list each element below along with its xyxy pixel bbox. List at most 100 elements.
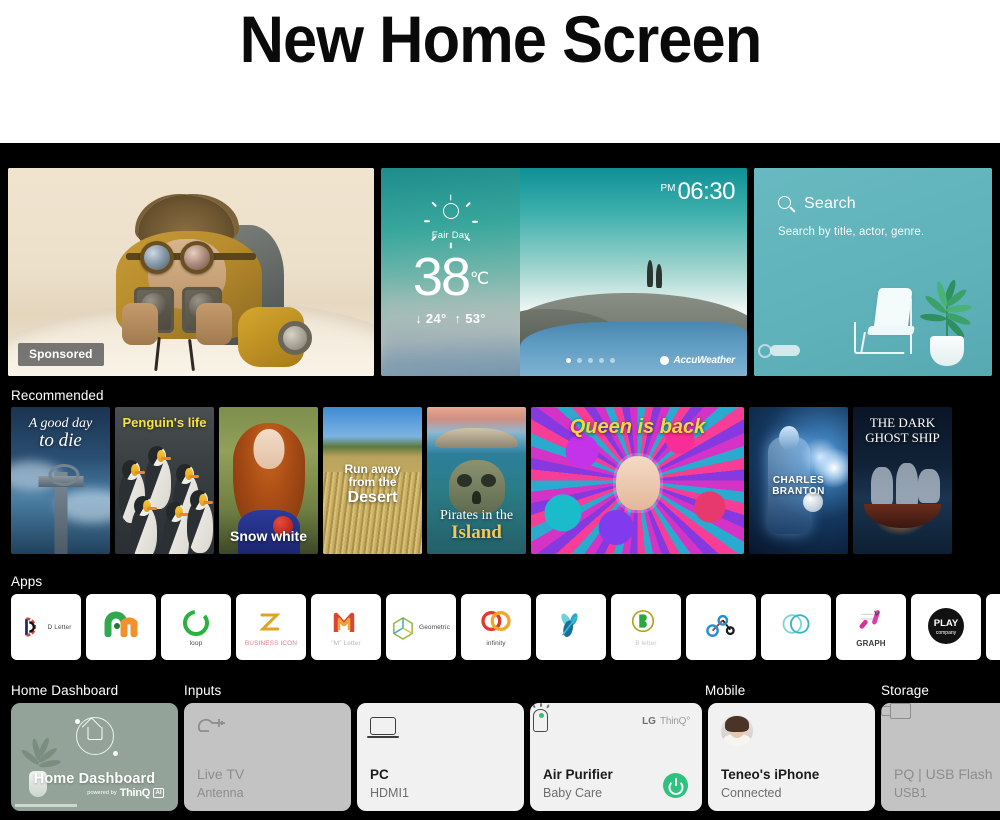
section-label-mobile: Mobile (705, 683, 746, 698)
app-tile-geometric[interactable]: Geometric (386, 594, 456, 660)
section-label-storage: Storage (881, 683, 929, 698)
carousel-dot[interactable] (577, 358, 582, 363)
app-label: infinity (486, 639, 506, 647)
carousel-dot[interactable] (588, 358, 593, 363)
infinity-icon (479, 608, 513, 638)
dashboard-card-title: PC (370, 767, 389, 782)
app-tile-b-letter[interactable]: B letter (611, 594, 681, 660)
recommended-title: Run away from the Desert (344, 462, 401, 507)
hand-left (122, 303, 158, 346)
power-toggle-button[interactable] (663, 773, 688, 798)
thinq-label: ThinQ (119, 787, 151, 799)
recommended-title: THE DARK GHOST SHIP (865, 415, 940, 445)
recommended-card[interactable]: Penguin's life (115, 407, 214, 554)
dashboard-card-title: PQ | USB Flash (894, 766, 993, 782)
recommended-card[interactable]: THE DARK GHOST SHIP (853, 407, 952, 554)
section-label-apps: Apps (11, 574, 43, 589)
lg-label: LG (642, 716, 656, 727)
page-title: New Home Screen (239, 2, 762, 76)
app-tile-graph[interactable]: GRAPH (836, 594, 906, 660)
lg-thinq-branding: LG ThinQ° (642, 716, 690, 727)
antenna-icon (197, 717, 227, 742)
dashboard-card-iphone[interactable]: Teneo's iPhone Connected (708, 703, 875, 811)
carousel-dots[interactable] (566, 358, 615, 363)
graph-icon (854, 607, 888, 637)
recommended-card[interactable]: Run away from the Desert (323, 407, 422, 554)
app-label: GRAPH (856, 638, 886, 648)
chair-illustration (852, 288, 924, 358)
search-title: Search (804, 195, 856, 212)
app-tile-infinity[interactable]: infinity (461, 594, 531, 660)
app-tile-m-monogram[interactable]: "M" Letter (311, 594, 381, 660)
business-z-icon (254, 608, 288, 638)
dashboard-card-subtitle: USB1 (894, 786, 927, 800)
d-letter-icon (21, 616, 43, 638)
dashboard-card-live-tv[interactable]: Live TV Antenna (184, 703, 351, 811)
leaf-burst-icon (554, 611, 588, 641)
b-letter-icon (629, 608, 663, 638)
recommended-title: A good day to die (28, 416, 93, 452)
dashboard-card-usb-flash[interactable]: PQ | USB Flash USB1 (881, 703, 1000, 811)
dashboard-row: Home Dashboard powered by ThinQ AI Live … (11, 703, 1000, 811)
goggle-right (180, 241, 214, 275)
clock-time: 06:30 (677, 178, 735, 205)
carousel-dot[interactable] (566, 358, 571, 363)
app-tile-leaf-burst[interactable] (536, 594, 606, 660)
svg-text:company: company (936, 630, 957, 636)
weather-condition: Fair Day (431, 230, 470, 241)
app-tile-twin-circle[interactable] (761, 594, 831, 660)
thinq-branding: powered by ThinQ AI (87, 787, 164, 799)
recommended-card[interactable]: CHARLES BRANTON (749, 407, 848, 554)
ai-badge: AI (153, 787, 164, 799)
skull-rock (448, 459, 505, 514)
recommended-card[interactable]: Queen is back (531, 407, 744, 554)
app-tile-partial[interactable] (986, 594, 1000, 660)
recommended-title: Snow white (230, 527, 307, 544)
recommended-card[interactable]: Pirates in the Island (427, 407, 526, 554)
weather-range: ↓ 24° ↑ 53° (381, 311, 520, 326)
app-tile-m-letter[interactable] (86, 594, 156, 660)
avatar (721, 715, 753, 747)
small-object (770, 345, 800, 356)
temp-high: ↑ 53° (454, 311, 486, 326)
svg-text:PLAY: PLAY (934, 618, 959, 629)
app-tile-molecule[interactable] (686, 594, 756, 660)
app-tile-d-letter[interactable]: D Letter (11, 594, 81, 660)
temperature-unit: ℃ (469, 269, 490, 288)
hero-row: Sponsored Fair Day 38℃ ↓ 24° ↑ 53° PM06:… (0, 168, 1000, 376)
recommended-card[interactable]: Snow white (219, 407, 318, 554)
app-label: B letter (635, 639, 657, 647)
weather-landscape-panel: PM06:30 AccuWeather (520, 168, 747, 376)
search-icon (778, 195, 796, 213)
sponsored-badge: Sponsored (18, 343, 104, 366)
goggle-left (140, 241, 174, 275)
sponsored-banner-card[interactable]: Sponsored (8, 168, 374, 376)
weather-card[interactable]: Fair Day 38℃ ↓ 24° ↑ 53° PM06:30 AccuWea… (381, 168, 747, 376)
dashboard-card-pc[interactable]: PC HDMI1 (357, 703, 524, 811)
clock-ampm: PM (660, 183, 676, 194)
gear-wheel (278, 321, 312, 356)
ghost-ship (859, 462, 946, 528)
cross-monument (38, 463, 83, 554)
player-head (778, 426, 799, 451)
explorer-figure (86, 195, 312, 375)
section-label-inputs: Inputs (184, 683, 222, 698)
apps-row: D Letter loop BUSINESS ICON "M" Letter G… (11, 594, 1000, 660)
dashboard-card-home-dashboard[interactable]: Home Dashboard powered by ThinQ AI (11, 703, 178, 811)
app-tile-business-icon[interactable]: BUSINESS ICON (236, 594, 306, 660)
search-card[interactable]: Search Search by title, actor, genre. (754, 168, 992, 376)
recommended-card[interactable]: A good day to die (11, 407, 110, 554)
tv-screen: Sponsored Fair Day 38℃ ↓ 24° ↑ 53° PM06:… (0, 143, 1000, 820)
dashboard-card-subtitle: Baby Care (543, 786, 603, 800)
carousel-dot[interactable] (599, 358, 604, 363)
dashboard-card-air-purifier[interactable]: LG ThinQ° Air Purifier Baby Care (530, 703, 702, 811)
recommended-title: Queen is back (569, 416, 706, 438)
temp-low: ↓ 24° (415, 311, 447, 326)
app-label: loop (189, 639, 203, 647)
search-header[interactable]: Search (778, 195, 856, 213)
app-tile-play-company[interactable]: PLAY company (911, 594, 981, 660)
carousel-dot[interactable] (610, 358, 615, 363)
thinq-label: ThinQ° (659, 716, 690, 727)
app-tile-loop[interactable]: loop (161, 594, 231, 660)
powered-by-label: powered by (87, 790, 117, 796)
